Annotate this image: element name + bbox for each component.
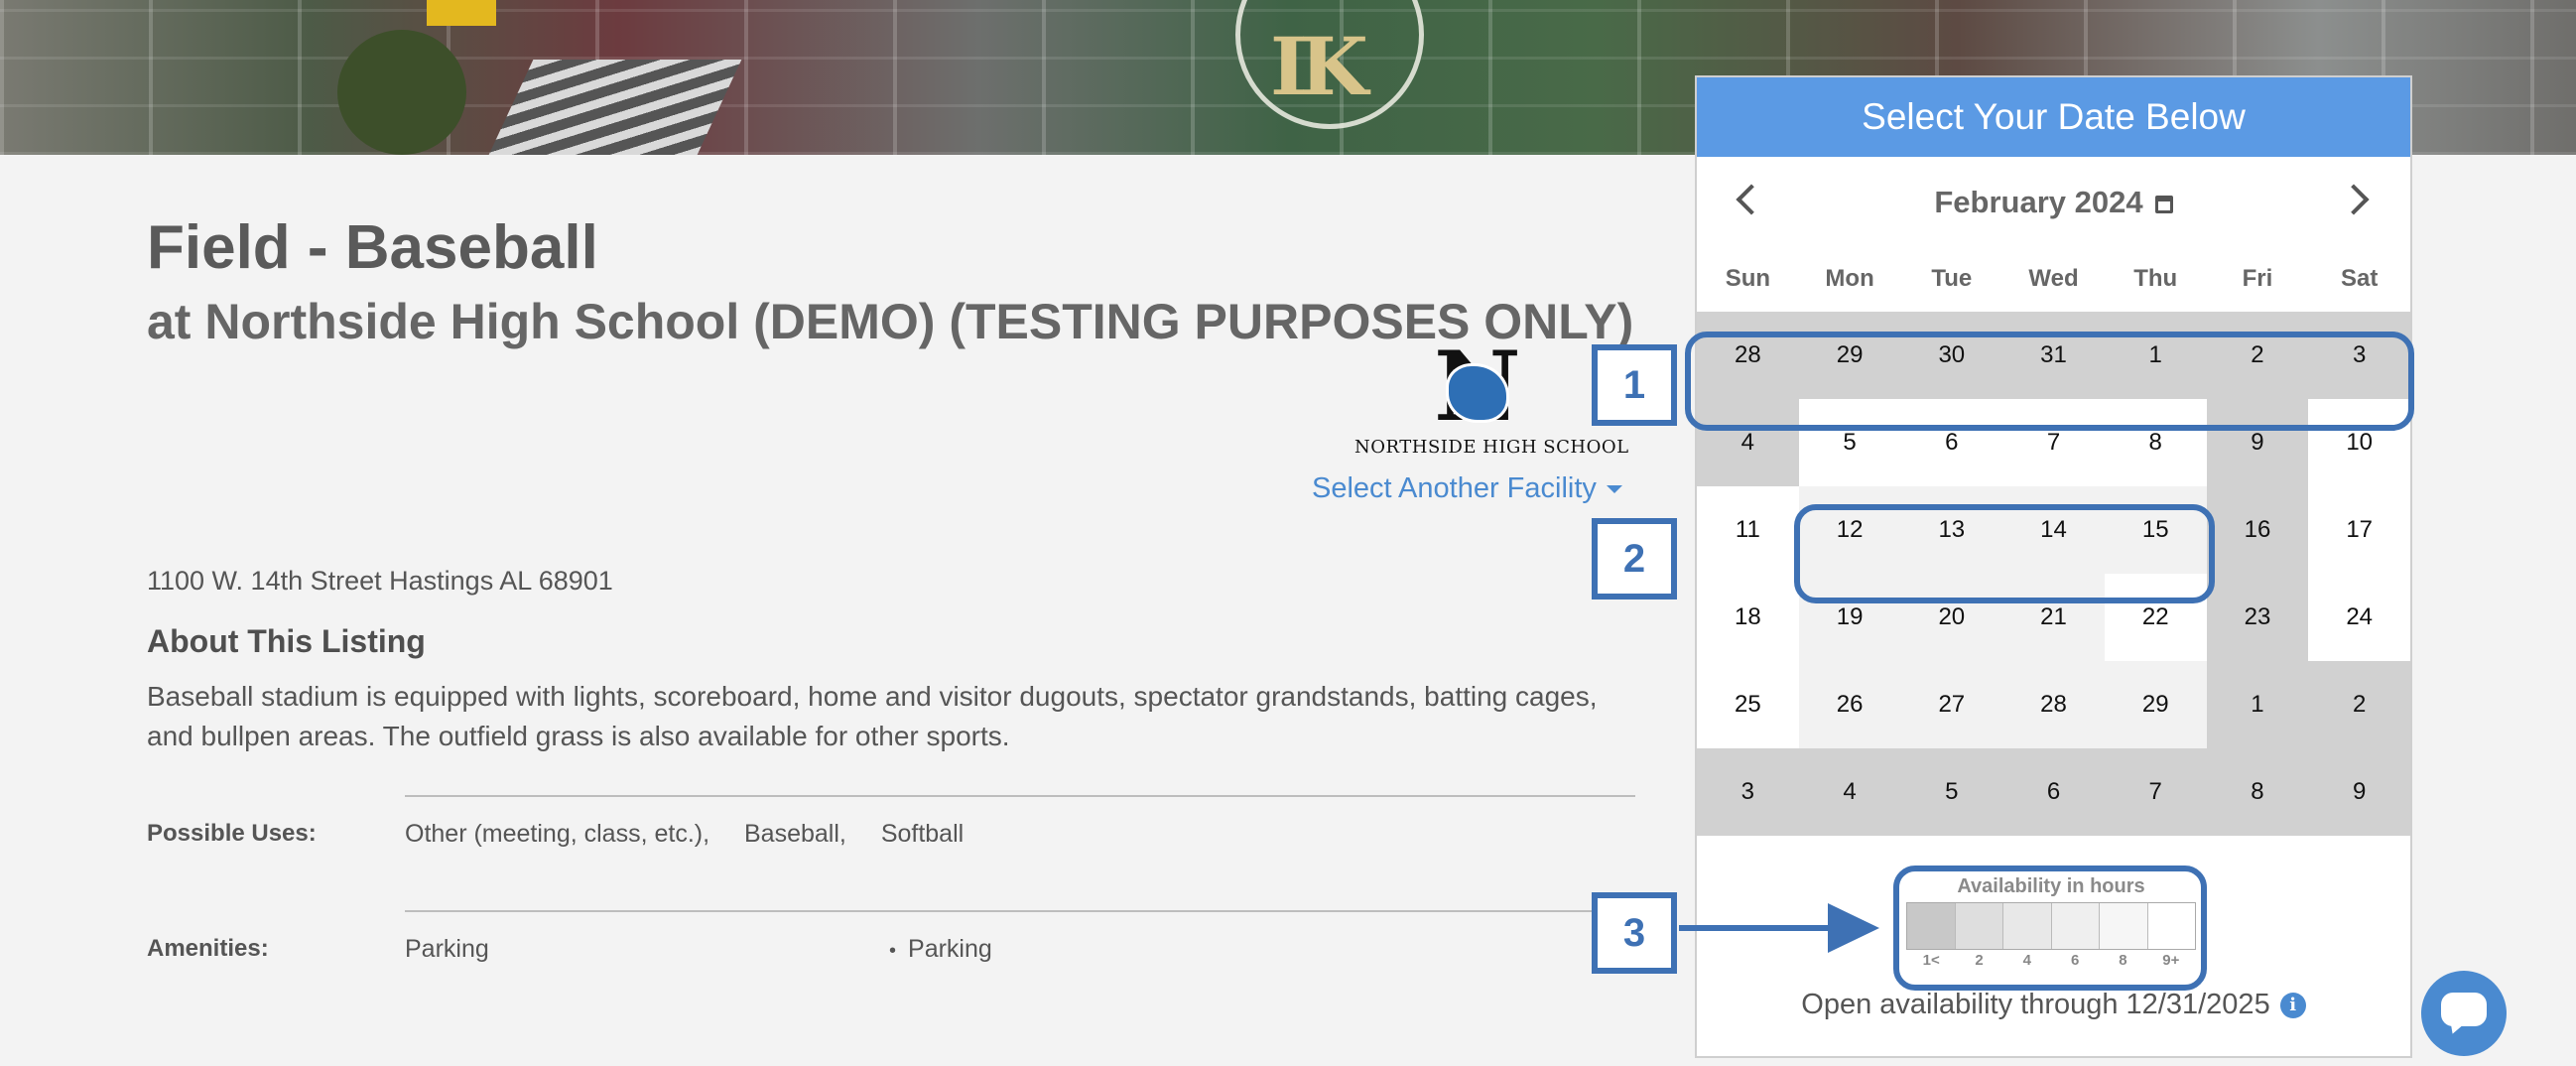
- calendar-header: Select Your Date Below: [1697, 77, 2410, 157]
- facility-title: Field - Baseball: [147, 213, 598, 282]
- chevron-right-icon[interactable]: [2335, 175, 2384, 224]
- weekday-label: Mon: [1825, 265, 1874, 292]
- calendar-week-row: 3456789: [1697, 748, 2411, 836]
- annotation-label-2: 2: [1592, 518, 1677, 600]
- calendar-day-cell[interactable]: 24: [2308, 574, 2411, 661]
- weekday-label: Fri: [2242, 265, 2273, 292]
- amenity-bullet-item: Parking: [889, 935, 992, 964]
- open-availability-text: Open availability through 12/31/2025: [1801, 989, 2270, 1020]
- hero-bleachers: [488, 60, 742, 155]
- possible-use-item: Baseball,: [744, 820, 846, 848]
- calendar-day-cell[interactable]: 18: [1697, 574, 1799, 661]
- weekday-header-row: Sun Mon Tue Wed Thu Fri Sat: [1697, 246, 2410, 312]
- possible-use-item: Softball: [880, 820, 965, 848]
- calendar-day-cell[interactable]: 17: [2308, 486, 2411, 574]
- facility-subtitle: at Northside High School (DEMO) (TESTING…: [147, 294, 1634, 349]
- chat-icon[interactable]: [2421, 971, 2507, 1056]
- amenity-bullet-text: Parking: [908, 935, 992, 963]
- calendar-day-cell[interactable]: 8: [2206, 748, 2309, 836]
- hero-yellow-object: [427, 0, 496, 26]
- calendar-day-cell[interactable]: 29: [2104, 661, 2207, 748]
- calendar-day-cell[interactable]: 16: [2206, 486, 2309, 574]
- amenities-label: Amenities:: [147, 935, 269, 962]
- calendar-day-cell[interactable]: 11: [1697, 486, 1799, 574]
- about-heading: About This Listing: [147, 623, 426, 659]
- annotation-arrow: [1679, 925, 1848, 931]
- weekday-label: Thu: [2133, 265, 2178, 292]
- hero-court-logo: IK: [1270, 20, 1368, 113]
- calendar-day-cell[interactable]: 3: [1697, 748, 1799, 836]
- school-logo-mark: N: [1434, 339, 1521, 435]
- calendar-day-cell[interactable]: 1: [2206, 661, 2309, 748]
- annotation-label-1: 1: [1592, 344, 1677, 426]
- calendar-day-cell[interactable]: 25: [1697, 661, 1799, 748]
- possible-uses-label: Possible Uses:: [147, 820, 317, 847]
- calendar-day-cell[interactable]: 7: [2104, 748, 2207, 836]
- highlight-week-1: [1685, 332, 2414, 431]
- divider: [405, 795, 1635, 797]
- annotation-label-3: 3: [1592, 892, 1677, 974]
- divider: [405, 910, 1635, 912]
- annotation-arrow-head: [1828, 903, 1879, 953]
- weekday-label: Tue: [1931, 265, 1973, 292]
- calendar-nav: February 2024: [1697, 157, 2410, 246]
- calendar-day-cell[interactable]: 5: [1900, 748, 2003, 836]
- hero-tree: [337, 30, 466, 155]
- calendar-day-cell[interactable]: 2: [2308, 661, 2411, 748]
- facility-address: 1100 W. 14th Street Hastings AL 68901: [147, 566, 613, 596]
- calendar-day-cell[interactable]: 6: [2002, 748, 2105, 836]
- weekday-label: Wed: [2028, 265, 2079, 292]
- calendar-week-row: 25 26 27 28 29 1 2: [1697, 661, 2411, 748]
- select-another-facility-dropdown[interactable]: Select Another Facility: [1312, 472, 1622, 505]
- weekday-label: Sat: [2340, 265, 2379, 292]
- calendar-day-cell[interactable]: 23: [2206, 574, 2309, 661]
- school-logo: N NORTHSIDE HIGH SCHOOL: [1354, 339, 1628, 459]
- possible-use-item: Other (meeting, class, etc.),: [405, 820, 710, 848]
- calendar-icon: [2154, 195, 2173, 213]
- open-availability-note: Open availability through 12/31/2025 i: [1697, 989, 2410, 1021]
- amenity-item: Parking: [405, 935, 489, 963]
- about-description: Baseball stadium is equipped with lights…: [147, 681, 1598, 751]
- select-another-facility-label: Select Another Facility: [1312, 472, 1597, 504]
- month-label: February 2024: [1934, 185, 2143, 219]
- calendar-day-cell[interactable]: 9: [2308, 748, 2411, 836]
- calendar-day-cell[interactable]: 4: [1798, 748, 1901, 836]
- calendar-day-cell[interactable]: 28: [2002, 661, 2105, 748]
- highlight-dates-12-15: [1794, 504, 2215, 603]
- calendar-day-cell[interactable]: 26: [1798, 661, 1901, 748]
- month-selector[interactable]: February 2024: [1697, 185, 2410, 220]
- highlight-legend: [1893, 866, 2207, 991]
- weekday-label: Sun: [1725, 265, 1771, 292]
- caret-down-icon: [1606, 485, 1622, 494]
- calendar-day-cell[interactable]: 27: [1900, 661, 2003, 748]
- info-icon[interactable]: i: [2279, 993, 2306, 1019]
- possible-uses-list: Other (meeting, class, etc.), Baseball, …: [405, 820, 991, 849]
